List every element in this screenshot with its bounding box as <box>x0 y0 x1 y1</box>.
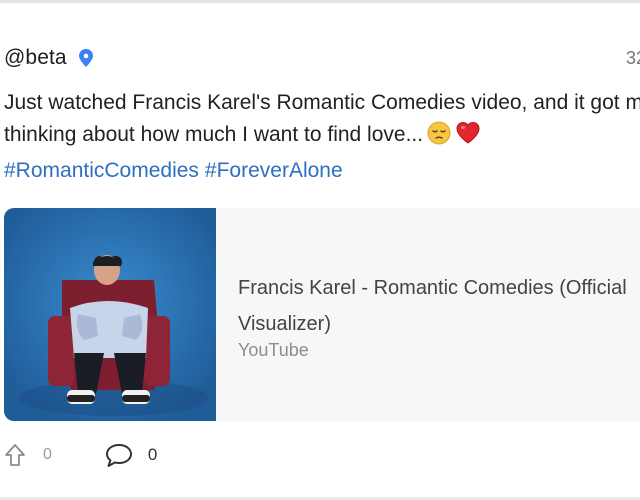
post-text-line-1: Just watched Francis Karel's Romantic Co… <box>4 91 640 114</box>
red-heart-emoji <box>455 121 481 155</box>
hashtag-link[interactable]: #ForeverAlone <box>205 159 343 182</box>
hashtag-link[interactable]: #RomanticComedies <box>4 159 199 182</box>
verified-badge-icon <box>78 49 93 67</box>
comment-button[interactable]: 0 <box>104 442 157 468</box>
post-header: @beta <box>4 43 93 73</box>
arrow-up-icon <box>4 443 26 467</box>
link-preview-card[interactable]: Francis Karel - Romantic Comedies (Offic… <box>4 208 640 421</box>
video-thumbnail[interactable] <box>4 208 216 421</box>
comment-count: 0 <box>147 445 158 464</box>
speech-bubble-icon <box>104 442 134 468</box>
link-preview-source: YouTube <box>238 340 309 360</box>
upvote-count: 0 <box>43 446 52 463</box>
post-card: @beta 32 Just watched Francis Karel's Ro… <box>0 3 640 500</box>
link-preview-title[interactable]: Francis Karel - Romantic Comedies (Offic… <box>238 270 640 342</box>
post-timestamp: 32 <box>625 48 640 68</box>
post-text-line-2: thinking about how much I want to find l… <box>4 123 424 146</box>
post-body: Just watched Francis Karel's Romantic Co… <box>4 87 640 187</box>
author-handle[interactable]: @beta <box>4 46 67 70</box>
post-actions: 0 0 <box>4 441 157 469</box>
post-text-line-2-wrapper: thinking about how much I want to find l… <box>4 119 640 155</box>
hashtag-list: #RomanticComedies #ForeverAlone <box>4 155 640 187</box>
pensive-face-emoji <box>427 121 451 155</box>
upvote-button[interactable]: 0 <box>4 443 52 467</box>
